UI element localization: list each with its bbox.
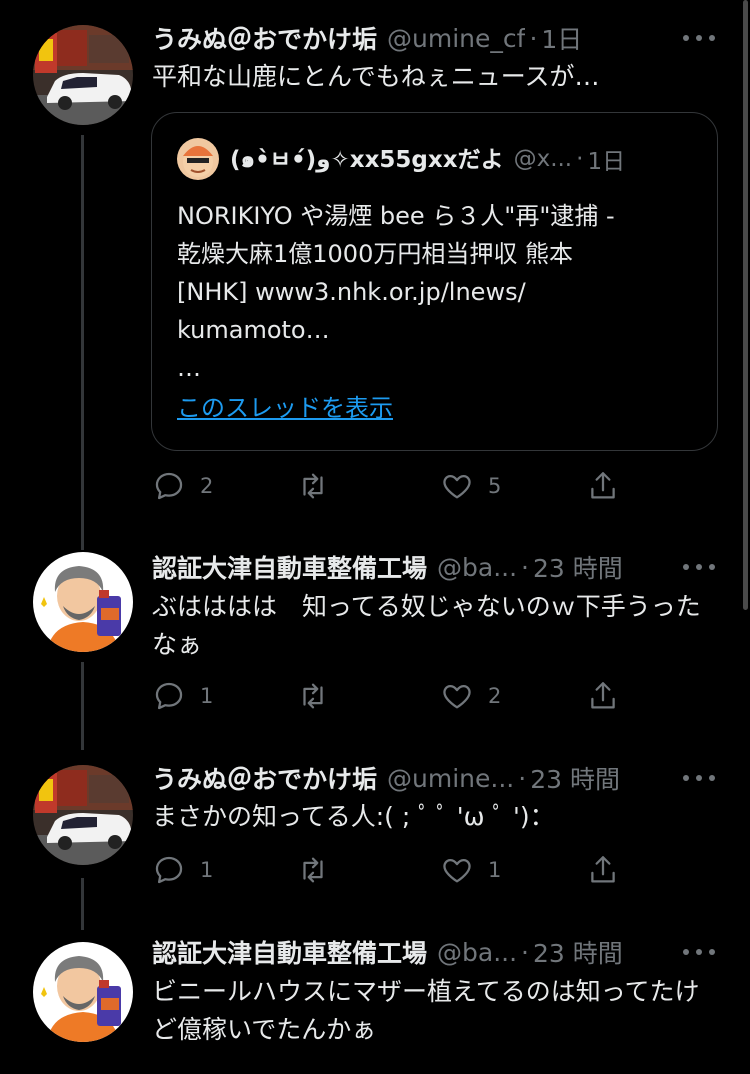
avatar[interactable] <box>33 942 133 1042</box>
separator: · <box>576 146 584 172</box>
thread-line <box>81 662 84 750</box>
like-count: 2 <box>488 684 502 708</box>
reply-count: 1 <box>200 684 214 708</box>
user-handle[interactable]: @ba... <box>437 553 517 582</box>
share-button[interactable] <box>586 676 620 716</box>
thread-line <box>81 878 84 930</box>
tweet-text: ビニールハウスにマザー植えてるのは知ってたけど億稼いでたんかぁ <box>152 977 700 1044</box>
thread-line <box>81 540 84 550</box>
retweet-button[interactable] <box>296 850 330 890</box>
heart-icon <box>443 684 471 709</box>
more-options-icon[interactable] <box>680 26 720 50</box>
separator: · <box>521 552 529 582</box>
car-avatar-image <box>33 25 133 125</box>
tweet-header: うみぬ＠おでかけ垢 @umine_cf · 1日 <box>152 18 720 58</box>
reply-count: 1 <box>200 858 214 882</box>
heart-icon <box>443 858 471 883</box>
more-options-icon[interactable] <box>680 555 720 579</box>
retweet-icon <box>303 473 323 499</box>
separator: · <box>521 937 529 967</box>
display-name[interactable]: 認証大津自動車整備工場 <box>152 549 427 585</box>
share-button[interactable] <box>586 466 620 506</box>
mechanic-avatar-image <box>33 552 133 652</box>
more-options-icon[interactable] <box>680 940 720 964</box>
quote-avatar-image <box>177 138 219 180</box>
share-button[interactable] <box>586 850 620 890</box>
like-button[interactable]: 5 <box>440 466 501 506</box>
tweet[interactable]: 認証大津自動車整備工場 @ba... · 23 時間 ビニールハウスにマザー植え… <box>0 930 750 1074</box>
reply-button[interactable]: 1 <box>152 676 213 716</box>
user-handle[interactable]: @umine... <box>387 764 514 793</box>
retweet-icon <box>303 857 323 883</box>
tweet-text: ぶはははは 知ってる奴じゃないのｗ下手うったなぁ <box>152 592 701 659</box>
reply-count: 2 <box>200 474 214 498</box>
quote-display-name[interactable]: (๑•̀ㅂ•́)و✧xx55gxxだよ <box>230 140 504 178</box>
like-count: 1 <box>488 858 502 882</box>
retweet-icon <box>303 683 323 709</box>
timestamp[interactable]: 23 時間 <box>530 760 620 796</box>
quote-user-handle[interactable]: @x... <box>514 146 573 172</box>
reply-icon <box>155 856 183 884</box>
quote-avatar[interactable] <box>177 138 219 180</box>
timestamp[interactable]: 23 時間 <box>533 549 623 585</box>
tweet-actions: 2 5 <box>152 466 632 506</box>
quote-header: (๑•̀ㅂ•́)و✧xx55gxxだよ @x... · 1日 <box>230 141 699 177</box>
separator: · <box>518 763 527 793</box>
user-handle[interactable]: @umine_cf <box>387 24 525 53</box>
tweet-header: うみぬ＠おでかけ垢 @umine... · 23 時間 <box>152 758 720 798</box>
tweet-text: 平和な山鹿にとんでもねぇニュースが… <box>152 62 600 91</box>
tweet-text: まさかの知ってる人:( ; ﾟ ﾟ 'ω ﾟ ')： <box>152 802 555 831</box>
display-name[interactable]: うみぬ＠おでかけ垢 <box>152 20 377 56</box>
like-count: 5 <box>488 474 502 498</box>
avatar[interactable] <box>33 552 133 652</box>
separator: · <box>529 23 538 53</box>
scrollbar[interactable] <box>743 0 748 610</box>
avatar[interactable] <box>33 25 133 125</box>
tweet[interactable]: 認証大津自動車整備工場 @ba... · 23 時間 ぶはははは 知ってる奴じゃ… <box>0 540 750 750</box>
display-name[interactable]: うみぬ＠おでかけ垢 <box>152 760 377 796</box>
like-button[interactable]: 1 <box>440 850 501 890</box>
tweet-header: 認証大津自動車整備工場 @ba... · 23 時間 <box>152 932 720 972</box>
tweet-actions: 1 2 <box>152 676 632 716</box>
reply-button[interactable]: 1 <box>152 850 213 890</box>
share-icon <box>591 856 615 883</box>
user-handle[interactable]: @ba... <box>437 938 517 967</box>
reply-icon <box>155 472 183 500</box>
retweet-button[interactable] <box>296 676 330 716</box>
quoted-tweet[interactable]: (๑•̀ㅂ•́)و✧xx55gxxだよ @x... · 1日 NORIKIYO … <box>151 112 718 451</box>
share-icon <box>591 472 615 499</box>
tweet-actions: 1 1 <box>152 850 632 890</box>
tweet-header: 認証大津自動車整備工場 @ba... · 23 時間 <box>152 547 720 587</box>
tweet[interactable]: うみぬ＠おでかけ垢 @umine... · 23 時間 まさかの知ってる人:( … <box>0 750 750 930</box>
car-avatar-image <box>33 765 133 865</box>
more-options-icon[interactable] <box>680 766 720 790</box>
tweet[interactable]: うみぬ＠おでかけ垢 @umine_cf · 1日 平和な山鹿にとんでもねぇニュー… <box>0 0 750 540</box>
reply-icon <box>155 682 183 710</box>
heart-icon <box>443 474 471 499</box>
thread-line <box>81 135 84 540</box>
quote-timestamp[interactable]: 1日 <box>587 142 625 176</box>
avatar[interactable] <box>33 765 133 865</box>
share-icon <box>591 682 615 709</box>
quote-text: NORIKIYO や湯煙 bee ら３人"再"逮捕 - 乾燥大麻1億1000万円… <box>177 202 615 382</box>
show-thread-link[interactable]: このスレッドを表示 <box>177 389 393 427</box>
reply-button[interactable]: 2 <box>152 466 213 506</box>
timestamp[interactable]: 23 時間 <box>533 934 623 970</box>
retweet-button[interactable] <box>296 466 330 506</box>
timestamp[interactable]: 1日 <box>541 20 582 56</box>
display-name[interactable]: 認証大津自動車整備工場 <box>152 934 427 970</box>
mechanic-avatar-image <box>33 942 133 1042</box>
like-button[interactable]: 2 <box>440 676 501 716</box>
